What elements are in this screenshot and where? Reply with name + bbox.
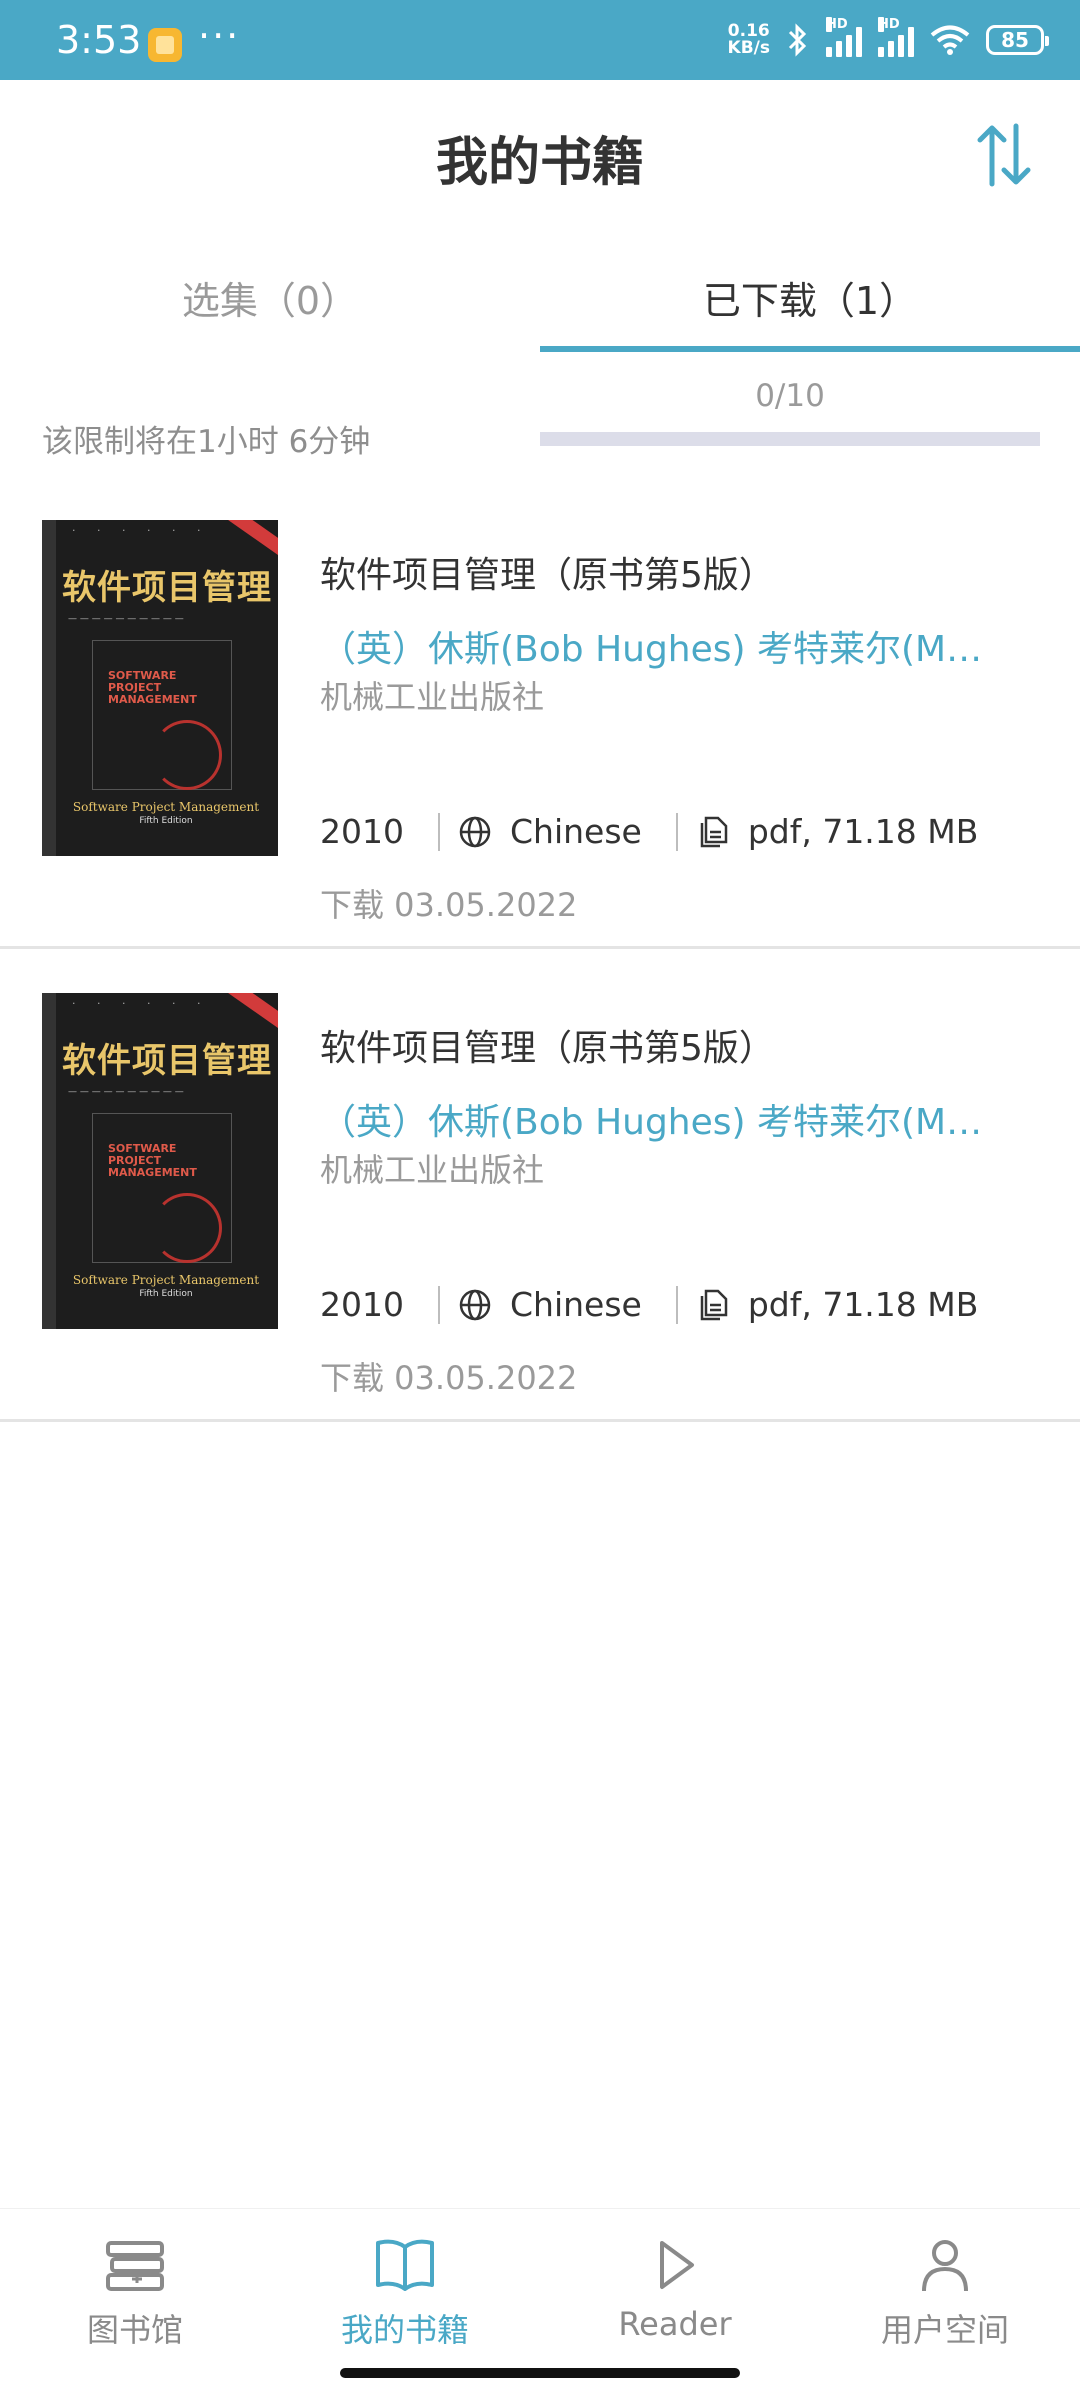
book-language: Chinese bbox=[509, 812, 642, 851]
book-author[interactable]: （英）休斯(Bob Hughes) 考特莱尔(Mi… bbox=[320, 620, 990, 672]
home-indicator[interactable] bbox=[340, 2368, 740, 2378]
book-meta: 2010 Chinese pdf, 71.18 MB bbox=[320, 1285, 978, 1324]
book-title[interactable]: 软件项目管理（原书第5版） bbox=[320, 546, 775, 598]
sort-icon[interactable] bbox=[974, 120, 1034, 190]
file-icon bbox=[700, 816, 728, 847]
book-list: · · · · · · 软件项目管理 — — — — — — — — — — S… bbox=[0, 476, 1080, 1422]
network-speed: 0.16 KB/s bbox=[727, 21, 770, 58]
status-time: 3:53 bbox=[56, 18, 142, 62]
limit-reset-text: 该限制将在1小时 6分钟 bbox=[42, 424, 371, 460]
open-book-icon bbox=[376, 2239, 434, 2291]
book-cover[interactable]: · · · · · · 软件项目管理 — — — — — — — — — — S… bbox=[42, 520, 278, 856]
wifi-icon bbox=[930, 25, 970, 55]
status-bar: 3:53 ··· 0.16 KB/s HD HD 85 bbox=[0, 0, 1080, 80]
file-icon bbox=[700, 1289, 728, 1320]
cover-subtitle: Software Project Management bbox=[72, 1273, 260, 1287]
nav-reader-label: Reader bbox=[618, 2305, 732, 2343]
cover-edition: Fifth Edition bbox=[139, 816, 193, 826]
cellular-signal-1-icon: HD bbox=[826, 17, 862, 57]
book-language: Chinese bbox=[509, 1285, 642, 1324]
download-date: 下载 03.05.2022 bbox=[320, 886, 578, 924]
nav-my-books[interactable]: 我的书籍 bbox=[270, 2235, 540, 2351]
book-year: 2010 bbox=[320, 1285, 404, 1324]
nav-library[interactable]: 图书馆 bbox=[0, 2235, 270, 2351]
more-notifications-icon: ··· bbox=[198, 14, 241, 58]
tab-bar: 选集（0） 已下载（1） bbox=[0, 230, 1080, 352]
cover-en-title: SOFTWARE PROJECT MANAGEMENT bbox=[108, 1142, 197, 1179]
book-list-item[interactable]: · · · · · · 软件项目管理 — — — — — — — — — — S… bbox=[0, 949, 1080, 1422]
book-year: 2010 bbox=[320, 812, 404, 851]
download-date: 下载 03.05.2022 bbox=[320, 1359, 578, 1397]
book-list-item[interactable]: · · · · · · 软件项目管理 — — — — — — — — — — S… bbox=[0, 476, 1080, 949]
globe-icon bbox=[459, 1289, 491, 1320]
book-file-info: pdf, 71.18 MB bbox=[747, 812, 979, 851]
cover-en-title: SOFTWARE PROJECT MANAGEMENT bbox=[108, 669, 197, 706]
nav-reader[interactable]: Reader bbox=[540, 2235, 810, 2343]
nav-user-space[interactable]: 用户空间 bbox=[810, 2235, 1080, 2351]
book-cover[interactable]: · · · · · · 软件项目管理 — — — — — — — — — — S… bbox=[42, 993, 278, 1329]
cover-title: 软件项目管理 bbox=[62, 1041, 272, 1081]
library-icon bbox=[106, 2241, 164, 2291]
user-icon bbox=[922, 2240, 968, 2292]
book-title[interactable]: 软件项目管理（原书第5版） bbox=[320, 1019, 775, 1071]
tab-collections[interactable]: 选集（0） bbox=[0, 230, 540, 352]
cellular-signal-2-icon: HD bbox=[878, 17, 914, 57]
book-file-info: pdf, 71.18 MB bbox=[747, 1285, 979, 1324]
bluetooth-icon bbox=[788, 23, 807, 57]
battery-icon: 85 bbox=[986, 25, 1049, 55]
globe-icon bbox=[459, 816, 491, 847]
cover-edition: Fifth Edition bbox=[139, 1289, 193, 1299]
download-quota-bar bbox=[540, 432, 1040, 446]
book-author[interactable]: （英）休斯(Bob Hughes) 考特莱尔(Mi… bbox=[320, 1093, 990, 1145]
header: 我的书籍 bbox=[0, 80, 1080, 230]
download-quota-count: 0/10 bbox=[755, 378, 825, 414]
nav-my-books-label: 我的书籍 bbox=[340, 2311, 469, 2349]
book-publisher: 机械工业出版社 bbox=[320, 678, 545, 716]
cover-title: 软件项目管理 bbox=[62, 568, 272, 608]
nav-library-label: 图书馆 bbox=[86, 2311, 183, 2349]
page-title: 我的书籍 bbox=[435, 133, 644, 193]
active-tab-indicator bbox=[540, 346, 1080, 352]
cover-subtitle: Software Project Management bbox=[72, 800, 260, 814]
book-publisher: 机械工业出版社 bbox=[320, 1151, 545, 1189]
book-meta: 2010 Chinese pdf, 71.18 MB bbox=[320, 812, 978, 851]
play-icon bbox=[660, 2241, 694, 2289]
notification-app-icon bbox=[148, 28, 182, 62]
tab-downloaded[interactable]: 已下载（1） bbox=[540, 230, 1080, 352]
nav-user-space-label: 用户空间 bbox=[880, 2311, 1009, 2349]
